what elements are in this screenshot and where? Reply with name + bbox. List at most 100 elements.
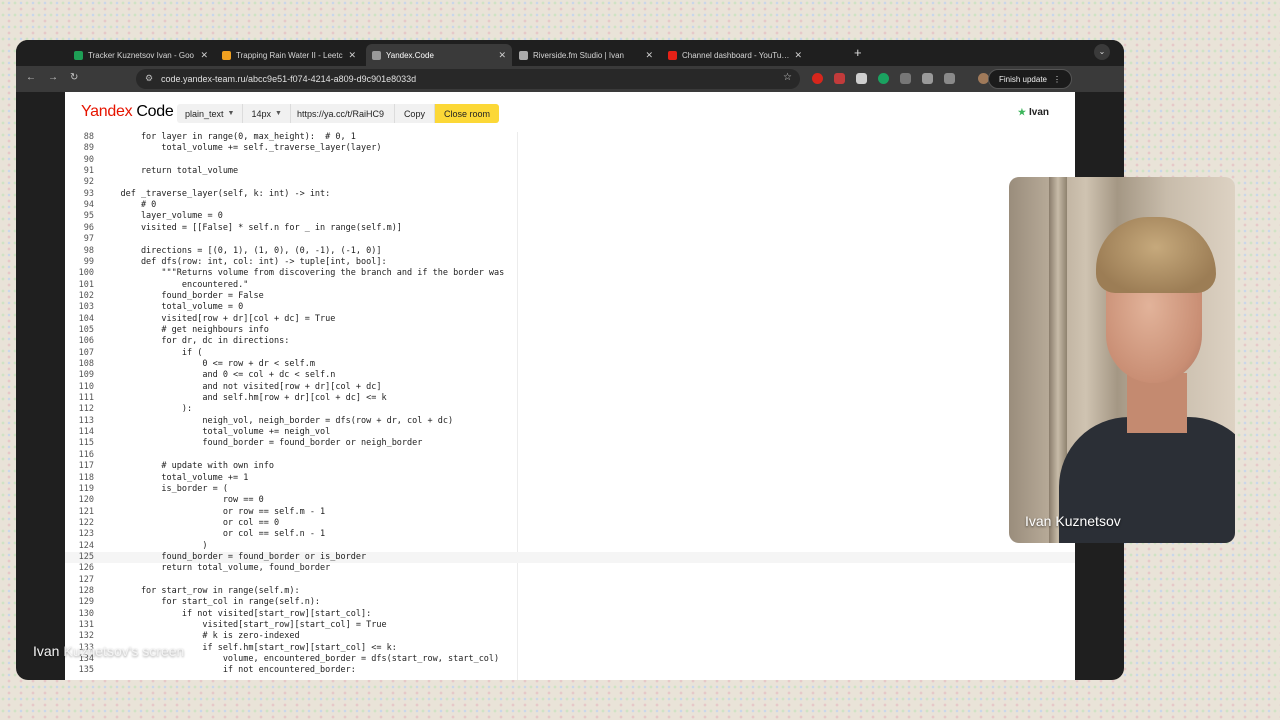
code-line[interactable]: 97 bbox=[65, 234, 1075, 245]
line-text: total_volume = 0 bbox=[100, 302, 244, 313]
code-line[interactable]: 125 found_border = found_border or is_bo… bbox=[65, 551, 1075, 564]
tab-search-icon[interactable]: ⌄ bbox=[1094, 44, 1110, 60]
line-text: found_border = False bbox=[100, 290, 264, 301]
code-line[interactable]: 123 or col == self.n - 1 bbox=[65, 529, 1075, 540]
code-line[interactable]: 103 total_volume = 0 bbox=[65, 302, 1075, 313]
code-line[interactable]: 108 0 <= row + dr < self.m bbox=[65, 359, 1075, 370]
code-line[interactable]: 120 row == 0 bbox=[65, 495, 1075, 506]
code-line[interactable]: 93 def _traverse_layer(self, k: int) -> … bbox=[65, 189, 1075, 200]
code-line[interactable]: 106 for dr, dc in directions: bbox=[65, 336, 1075, 347]
browser-tab[interactable]: Tracker Kuznetsov Ivan - Goo ✕ bbox=[68, 44, 214, 66]
line-text: def _traverse_layer(self, k: int) -> int… bbox=[100, 188, 331, 199]
code-line[interactable]: 96 visited = [[False] * self.n for _ in … bbox=[65, 223, 1075, 234]
logo-code: Code bbox=[132, 103, 174, 120]
address-bar[interactable]: ⚙ code.yandex-team.ru/abcc9e51-f074-4214… bbox=[136, 69, 800, 89]
extensions-puzzle-icon[interactable] bbox=[944, 73, 955, 84]
code-line[interactable]: 117 # update with own info bbox=[65, 461, 1075, 472]
tab-close-icon[interactable]: ✕ bbox=[794, 50, 802, 61]
tab-close-icon[interactable]: ✕ bbox=[200, 50, 208, 61]
code-line[interactable]: 129 for start_col in range(self.n): bbox=[65, 597, 1075, 608]
line-text: if ( bbox=[100, 347, 203, 358]
close-room-button[interactable]: Close room bbox=[434, 104, 499, 123]
user-badge[interactable]: ★ Ivan bbox=[1018, 107, 1049, 118]
code-line[interactable]: 126 return total_volume, found_border bbox=[65, 563, 1075, 574]
language-select[interactable]: plain_text ▼ bbox=[177, 104, 244, 123]
extension-gray-icon[interactable] bbox=[900, 73, 911, 84]
line-text: """Returns volume from discovering the b… bbox=[100, 268, 505, 279]
extension-green-icon[interactable] bbox=[878, 73, 889, 84]
line-number: 91 bbox=[83, 166, 94, 177]
code-line[interactable]: 98 directions = [(0, 1), (1, 0), (0, -1)… bbox=[65, 246, 1075, 257]
line-text: and self.hm[row + dr][col + dc] <= k bbox=[100, 393, 387, 404]
code-line[interactable]: 135 if not encountered_border: bbox=[65, 665, 1075, 676]
share-url-field[interactable]: https://ya.cc/t/RaiHC9 bbox=[291, 104, 395, 123]
forward-icon[interactable]: → bbox=[48, 72, 58, 83]
code-line[interactable]: 88 for layer in range(0, max_height): # … bbox=[65, 132, 1075, 143]
extension-calendar-icon[interactable] bbox=[834, 73, 845, 84]
line-text: or row == self.m - 1 bbox=[100, 506, 326, 517]
line-number: 128 bbox=[78, 586, 94, 596]
code-line[interactable]: 130 if not visited[start_row][start_col]… bbox=[65, 609, 1075, 620]
code-line[interactable]: 116 bbox=[65, 450, 1075, 461]
tab-close-icon[interactable]: ✕ bbox=[645, 50, 653, 61]
extension-share-icon[interactable] bbox=[922, 73, 933, 84]
code-line[interactable]: 131 visited[start_row][start_col] = True bbox=[65, 620, 1075, 631]
tab-close-icon[interactable]: ✕ bbox=[348, 50, 356, 61]
code-line[interactable]: 118 total_volume += 1 bbox=[65, 473, 1075, 484]
line-number: 121 bbox=[78, 506, 94, 517]
code-line[interactable]: 102 found_border = False bbox=[65, 291, 1075, 302]
code-line[interactable]: 100 """Returns volume from discovering t… bbox=[65, 268, 1075, 279]
tab-close-icon[interactable]: ✕ bbox=[498, 50, 506, 61]
code-line[interactable]: 95 layer_volume = 0 bbox=[65, 211, 1075, 222]
code-line[interactable]: 122 or col == 0 bbox=[65, 518, 1075, 529]
back-icon[interactable]: ← bbox=[26, 72, 36, 83]
code-line[interactable]: 111 and self.hm[row + dr][col + dc] <= k bbox=[65, 393, 1075, 404]
code-line[interactable]: 127 bbox=[65, 575, 1075, 586]
browser-tab[interactable]: Channel dashboard - YouTube ✕ bbox=[662, 44, 808, 66]
code-line[interactable]: 109 and 0 <= col + dc < self.n bbox=[65, 370, 1075, 381]
browser-tab[interactable]: Riverside.fm Studio | Ivan ✕ bbox=[513, 44, 659, 66]
code-line[interactable]: 105 # get neighbours info bbox=[65, 325, 1075, 336]
reload-icon[interactable]: ↻ bbox=[70, 72, 78, 83]
bookmark-star-icon[interactable]: ☆ bbox=[783, 72, 792, 83]
finish-update-button[interactable]: Finish update ⋮ bbox=[987, 69, 1072, 89]
more-menu-icon[interactable]: ⋮ bbox=[1053, 75, 1061, 84]
browser-tab[interactable]: Trapping Rain Water II - Leetc ✕ bbox=[216, 44, 362, 66]
extension-grid-icon[interactable] bbox=[856, 73, 867, 84]
code-line[interactable]: 132 # k is zero-indexed bbox=[65, 631, 1075, 642]
code-line[interactable]: 91 return total_volume bbox=[65, 166, 1075, 177]
language-value: plain_text bbox=[185, 108, 224, 119]
code-line[interactable]: 119 is_border = ( bbox=[65, 484, 1075, 495]
line-text: # k is zero-indexed bbox=[100, 631, 300, 642]
code-line[interactable]: 124 ) bbox=[65, 541, 1075, 552]
code-line[interactable]: 128 for start_row in range(self.m): bbox=[65, 586, 1075, 597]
code-line[interactable]: 133 if self.hm[start_row][start_col] <= … bbox=[65, 643, 1075, 654]
code-line[interactable]: 94 # 0 bbox=[65, 200, 1075, 211]
code-line[interactable]: 113 neigh_vol, neigh_border = dfs(row + … bbox=[65, 416, 1075, 427]
font-size-select[interactable]: 14px ▼ bbox=[243, 104, 291, 123]
code-line[interactable]: 114 total_volume += neigh_vol bbox=[65, 427, 1075, 438]
code-line[interactable]: 110 and not visited[row + dr][col + dc] bbox=[65, 382, 1075, 393]
code-line[interactable]: 89 total_volume += self._traverse_layer(… bbox=[65, 143, 1075, 154]
code-line[interactable]: 134 volume, encountered_border = dfs(sta… bbox=[65, 654, 1075, 665]
code-line[interactable]: 112 ): bbox=[65, 404, 1075, 415]
extension-opera-icon[interactable] bbox=[812, 73, 823, 84]
line-text: if not visited[start_row][start_col]: bbox=[100, 608, 372, 619]
line-number: 108 bbox=[78, 359, 94, 369]
line-number: 114 bbox=[78, 427, 94, 438]
code-line[interactable]: 104 visited[row + dr][col + dc] = True bbox=[65, 314, 1075, 325]
webcam-person-hair bbox=[1096, 217, 1216, 293]
code-line[interactable]: 99 def dfs(row: int, col: int) -> tuple[… bbox=[65, 257, 1075, 268]
code-line[interactable]: 92 bbox=[65, 177, 1075, 188]
new-tab-button[interactable]: + bbox=[854, 45, 862, 60]
code-line[interactable]: 107 if ( bbox=[65, 348, 1075, 359]
code-line[interactable]: 101 encountered." bbox=[65, 280, 1075, 291]
copy-button[interactable]: Copy bbox=[395, 104, 435, 123]
code-line[interactable]: 90 bbox=[65, 155, 1075, 166]
code-line[interactable]: 121 or row == self.m - 1 bbox=[65, 507, 1075, 518]
code-editor[interactable]: 88 for layer in range(0, max_height): # … bbox=[65, 132, 1075, 680]
browser-tab[interactable]: Yandex.Code ✕ bbox=[366, 44, 512, 66]
site-info-icon[interactable]: ⚙ bbox=[145, 73, 153, 84]
code-line[interactable]: 115 found_border = found_border or neigh… bbox=[65, 438, 1075, 449]
yandex-code-logo[interactable]: Yandex Code bbox=[81, 103, 174, 121]
